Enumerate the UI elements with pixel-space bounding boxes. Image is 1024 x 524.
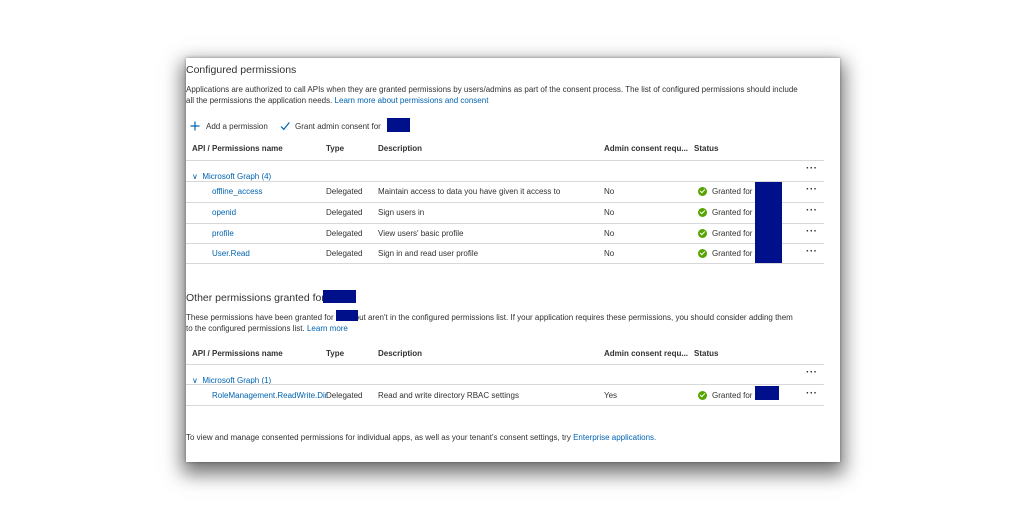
redacted-tenant-name [387, 118, 410, 132]
column-header-description: Description [378, 144, 423, 153]
check-circle-icon [698, 249, 707, 258]
permission-type: Delegated [326, 187, 363, 196]
other-permissions-description: These permissions have been granted for b… [186, 312, 836, 334]
redacted-tenant-name [755, 386, 779, 400]
row-divider [186, 202, 824, 203]
permission-name-link[interactable]: RoleManagement.ReadWrite.Dir [212, 391, 327, 400]
permission-name-link[interactable]: User.Read [212, 249, 250, 258]
more-icon[interactable]: ··· [806, 367, 818, 378]
more-icon[interactable]: ··· [806, 163, 818, 174]
column-header-admin-consent: Admin consent requ... [604, 349, 689, 358]
grant-admin-consent-label: Grant admin consent for [295, 122, 381, 131]
more-icon[interactable]: ··· [806, 388, 818, 399]
other-description-line2: to the configured permissions list. [186, 324, 305, 333]
other-description-part2: but aren't in the configured permissions… [354, 313, 793, 322]
permission-name-link[interactable]: openid [212, 208, 236, 217]
configured-permissions-title: Configured permissions [186, 64, 297, 76]
row-divider [186, 243, 824, 244]
check-circle-icon [698, 229, 707, 238]
row-divider [186, 405, 824, 406]
add-permission-label: Add a permission [206, 122, 268, 131]
row-divider [186, 181, 824, 182]
more-icon[interactable]: ··· [806, 226, 818, 237]
permission-name-link[interactable]: offline_access [212, 187, 263, 196]
permission-description: Sign in and read user profile [378, 249, 479, 258]
permission-type: Delegated [326, 208, 363, 217]
column-header-api-permissions-name: API / Permissions name [192, 349, 283, 358]
redacted-tenant-name [336, 310, 358, 321]
admin-consent-value: No [604, 229, 615, 238]
check-circle-icon [698, 391, 707, 400]
enterprise-applications-link[interactable]: Enterprise applications. [573, 433, 656, 442]
permission-type: Delegated [326, 229, 363, 238]
admin-consent-value: No [604, 208, 615, 217]
status-text: Granted for [712, 391, 753, 400]
row-divider [186, 384, 824, 385]
redacted-tenant-name [323, 290, 356, 303]
footer-text: To view and manage consented permissions… [186, 433, 656, 442]
admin-consent-value: No [604, 187, 615, 196]
plus-icon [190, 121, 200, 131]
status-text: Granted for [712, 229, 753, 238]
row-divider [186, 223, 824, 224]
redacted-tenant-name [755, 182, 782, 263]
configured-description-line2: all the permissions the application need… [186, 96, 333, 105]
permission-type: Delegated [326, 249, 363, 258]
column-header-status: Status [694, 349, 719, 358]
column-header-api-permissions-name: API / Permissions name [192, 144, 283, 153]
status-text: Granted for [712, 187, 753, 196]
column-header-type: Type [326, 349, 345, 358]
row-divider [186, 263, 824, 264]
permissions-panel: Configured permissions Applications are … [186, 58, 840, 462]
configured-description-line1: Applications are authorized to call APIs… [186, 85, 798, 94]
status-text: Granted for [712, 208, 753, 217]
footer-message: To view and manage consented permissions… [186, 433, 571, 442]
column-header-admin-consent: Admin consent requ... [604, 144, 689, 153]
checkmark-icon [280, 122, 290, 131]
chevron-down-icon: ∨ [192, 172, 198, 181]
group-microsoft-graph-other[interactable]: ∨ Microsoft Graph (1) [192, 370, 271, 388]
column-header-status: Status [694, 144, 719, 153]
more-icon[interactable]: ··· [806, 246, 818, 257]
permission-description: Sign users in [378, 208, 425, 217]
header-divider [186, 364, 824, 365]
status-text: Granted for [712, 249, 753, 258]
learn-more-link[interactable]: Learn more [307, 324, 348, 333]
group-label: Microsoft Graph (4) [202, 172, 272, 181]
other-permissions-title: Other permissions granted for [186, 292, 325, 304]
admin-consent-value: No [604, 249, 615, 258]
configured-description: Applications are authorized to call APIs… [186, 84, 836, 106]
permission-description: Read and write directory RBAC settings [378, 391, 519, 400]
more-icon[interactable]: ··· [806, 184, 818, 195]
permission-description: View users' basic profile [378, 229, 464, 238]
more-icon[interactable]: ··· [806, 205, 818, 216]
check-circle-icon [698, 208, 707, 217]
column-header-description: Description [378, 349, 423, 358]
column-header-type: Type [326, 144, 345, 153]
permission-description: Maintain access to data you have given i… [378, 187, 561, 196]
permission-type: Delegated [326, 391, 363, 400]
learn-more-permissions-link[interactable]: Learn more about permissions and consent [335, 96, 489, 105]
check-circle-icon [698, 187, 707, 196]
permission-name-link[interactable]: profile [212, 229, 234, 238]
admin-consent-value: Yes [604, 391, 618, 400]
header-divider [186, 160, 824, 161]
other-description-part1: These permissions have been granted for [186, 313, 334, 322]
